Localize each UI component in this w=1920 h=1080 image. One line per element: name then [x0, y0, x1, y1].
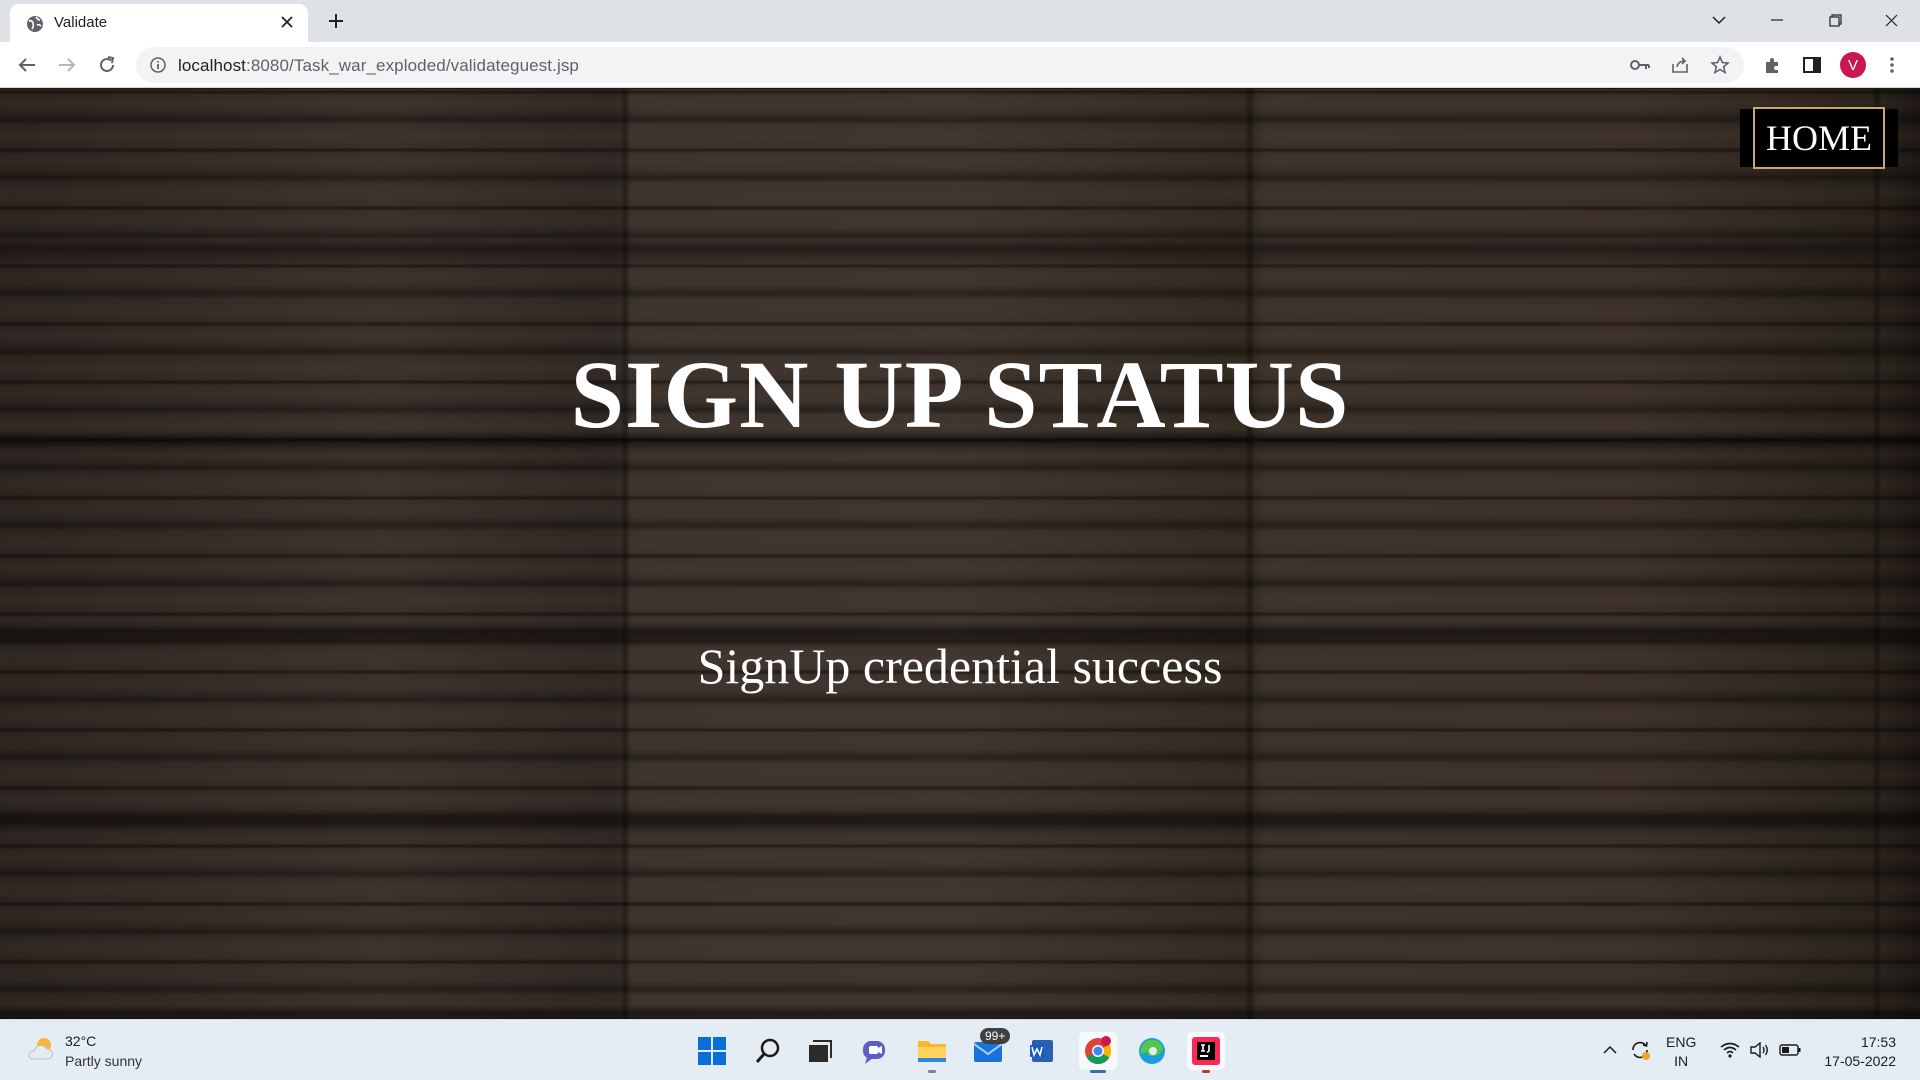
url-host: localhost [178, 56, 246, 75]
clock-date: 17-05-2022 [1824, 1053, 1896, 1069]
edge-icon[interactable] [1133, 1032, 1171, 1070]
wood-plank-seam [1872, 89, 1882, 1019]
minimize-icon[interactable] [1748, 0, 1806, 40]
system-clock[interactable]: 17:53 17-05-2022 [1812, 1033, 1896, 1071]
search-icon[interactable] [749, 1032, 787, 1070]
forward-icon[interactable] [51, 49, 83, 81]
bookmark-star-icon[interactable] [1710, 55, 1730, 75]
clock-time: 17:53 [1860, 1034, 1896, 1050]
tab-title: Validate [54, 14, 108, 31]
tab-search-icon[interactable] [1690, 0, 1748, 40]
wood-plank-seam [1245, 89, 1255, 1019]
file-explorer-icon[interactable] [913, 1032, 951, 1073]
sync-icon[interactable] [1629, 1039, 1651, 1061]
share-icon[interactable] [1670, 55, 1690, 75]
more-menu-icon[interactable] [1880, 53, 1904, 77]
weather-description[interactable]: Partly sunny [65, 1053, 142, 1069]
key-icon[interactable] [1630, 55, 1650, 75]
url-path: :8080/Task_war_exploded/validateguest.js… [246, 56, 579, 75]
language-indicator[interactable]: ENG IN [1666, 1033, 1696, 1071]
chevron-up-icon[interactable] [1599, 1039, 1621, 1061]
partly-sunny-icon[interactable] [26, 1035, 56, 1063]
page-title: SIGN UP STATUS [570, 341, 1350, 448]
battery-icon[interactable] [1779, 1039, 1801, 1061]
info-icon[interactable] [148, 55, 168, 75]
region-code: IN [1674, 1053, 1689, 1069]
restore-icon[interactable] [1806, 0, 1864, 40]
home-button[interactable]: HOME [1740, 107, 1898, 169]
side-panel-icon[interactable] [1800, 53, 1824, 77]
teams-chat-icon[interactable] [857, 1032, 895, 1070]
address-bar[interactable]: localhost:8080/Task_war_exploded/validat… [136, 47, 1744, 83]
start-icon[interactable] [693, 1032, 731, 1070]
new-tab-button[interactable] [320, 6, 352, 36]
taskbar: 32°C Partly sunny 99+ ENG IN 17:53 17-05… [0, 1019, 1920, 1080]
close-window-icon[interactable] [1862, 0, 1920, 40]
browser-titlebar: Validate [0, 0, 1920, 42]
volume-icon[interactable] [1749, 1039, 1771, 1061]
browser-tab[interactable]: Validate [10, 4, 308, 42]
chrome-icon[interactable] [1079, 1032, 1117, 1073]
running-indicator [928, 1070, 936, 1073]
task-view-icon[interactable] [801, 1032, 839, 1070]
status-message: SignUp credential success [697, 638, 1223, 694]
running-indicator [1202, 1070, 1210, 1073]
wood-plank-seam [620, 89, 630, 1019]
globe-icon [27, 16, 43, 32]
intellij-icon[interactable] [1187, 1032, 1225, 1073]
home-button-label: HOME [1753, 107, 1885, 169]
profile-avatar[interactable]: V [1840, 52, 1866, 78]
wifi-icon[interactable] [1719, 1039, 1741, 1061]
page-viewport: HOME SIGN UP STATUS SignUp credential su… [0, 89, 1920, 1019]
word-icon[interactable] [1023, 1032, 1061, 1070]
language-code: ENG [1666, 1034, 1697, 1050]
weather-temperature[interactable]: 32°C [65, 1033, 96, 1049]
reload-icon[interactable] [91, 49, 123, 81]
mail-unread-badge: 99+ [980, 1028, 1011, 1044]
url-text: localhost:8080/Task_war_exploded/validat… [178, 56, 579, 76]
running-indicator [1090, 1070, 1106, 1073]
close-tab-icon[interactable] [276, 11, 298, 33]
browser-toolbar: localhost:8080/Task_war_exploded/validat… [0, 42, 1920, 88]
extensions-icon[interactable] [1760, 53, 1784, 77]
back-icon[interactable] [11, 49, 43, 81]
